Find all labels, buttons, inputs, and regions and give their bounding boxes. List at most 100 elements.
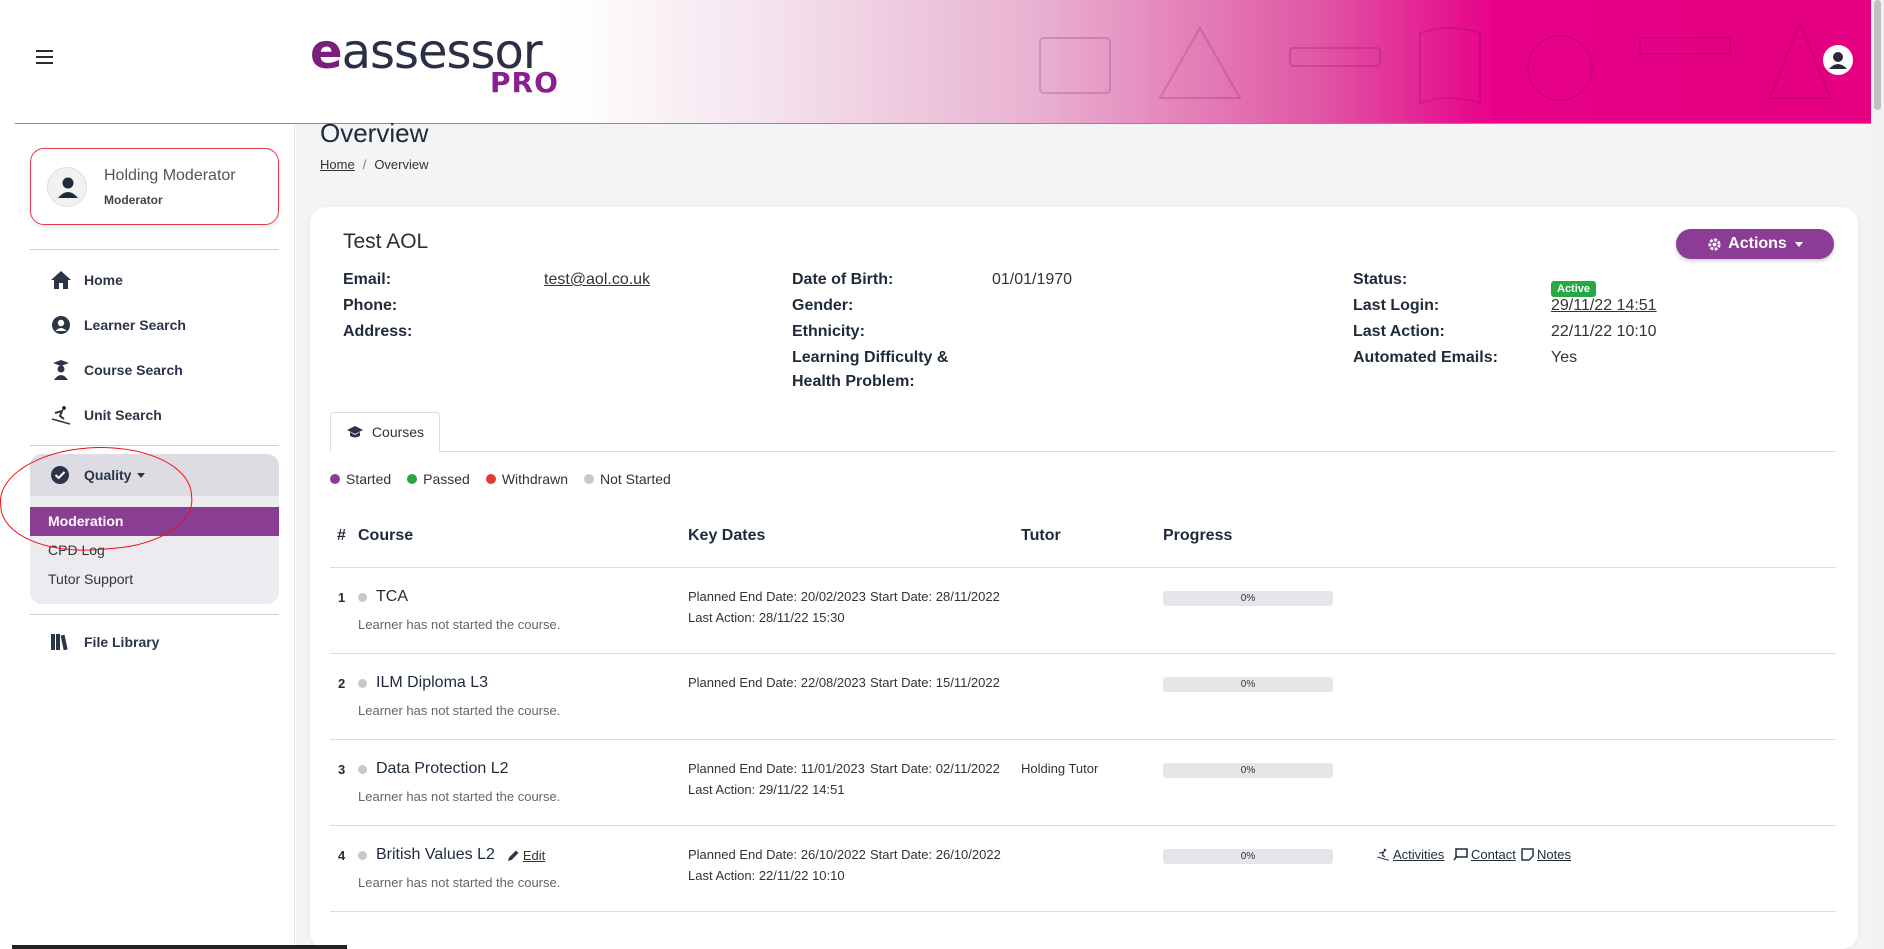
scrollbar-thumb[interactable] (1874, 0, 1881, 110)
table-divider (330, 739, 1836, 740)
user-icon (58, 177, 78, 198)
sidebar-divider (30, 614, 279, 615)
legend-label: Withdrawn (501, 471, 568, 487)
row-number: 1 (338, 590, 346, 605)
row-number: 3 (338, 762, 346, 777)
home-icon (50, 269, 72, 291)
email-label: Email: (343, 271, 392, 288)
column-header-key-dates: Key Dates (688, 527, 766, 544)
status-dot (358, 764, 367, 774)
sidebar-item-label: Course Search (84, 362, 183, 378)
menu-toggle-icon[interactable] (36, 50, 53, 64)
gender-label: Gender: (792, 297, 854, 314)
legend-started: Started (330, 471, 391, 487)
gear-icon (1707, 237, 1722, 252)
last-action-date: Last Action: 22/11/22 10:10 (688, 868, 845, 883)
sidebar-item-label: Unit Search (84, 407, 162, 423)
course-status-text: Learner has not started the course. (358, 789, 561, 804)
contact-link[interactable]: Contact (1453, 847, 1516, 862)
profile-card[interactable]: Holding Moderator Moderator (30, 148, 279, 225)
breadcrumb-home-link[interactable]: Home (320, 157, 355, 172)
graduation-cap-icon (346, 425, 364, 439)
course-name-text: British Values L2 (376, 846, 495, 863)
chevron-down-icon (137, 472, 146, 478)
tab-label: Courses (371, 424, 425, 440)
legend-dot (485, 474, 496, 484)
legend-dot (583, 474, 594, 484)
sidebar: Holding Moderator Moderator Home Learner… (0, 124, 295, 949)
table-divider (330, 825, 1836, 826)
sidebar-item-learner-search[interactable]: Learner Search (50, 313, 186, 337)
profile-name: Holding Moderator (104, 167, 236, 184)
start-date: Start Date: 15/11/2022 (870, 675, 1000, 690)
last-login-link[interactable]: 29/11/22 14:51 (1551, 294, 1657, 318)
contact-icon (1453, 848, 1468, 861)
course-name[interactable]: Data Protection L2 (358, 760, 509, 778)
legend-label: Passed (423, 471, 470, 487)
auto-emails-value: Yes (1551, 349, 1578, 366)
graduate-icon (50, 359, 72, 381)
skier-icon (50, 404, 72, 426)
ldhp-label-line2: Health Problem: (792, 373, 915, 390)
sidebar-item-unit-search[interactable]: Unit Search (50, 403, 162, 427)
actions-label: Actions (1728, 235, 1787, 252)
sidebar-item-moderation[interactable]: Moderation (30, 507, 279, 536)
status-dot (358, 678, 367, 688)
bottom-bar (12, 945, 347, 949)
legend-label: Not Started (599, 471, 671, 487)
ethnicity-label: Ethnicity: (792, 323, 865, 340)
actions-button[interactable]: Actions (1676, 229, 1834, 259)
eassessor-pro-logo: eeassessorassessor PRO (310, 24, 570, 99)
learner-card: Test AOL Actions Email: test@aol.co.uk P… (310, 207, 1858, 949)
progress-bar: 0% (1163, 591, 1333, 606)
legend-label: Started (346, 471, 392, 487)
sidebar-item-course-search[interactable]: Course Search (50, 358, 183, 382)
chevron-down-icon (1794, 241, 1803, 247)
table-divider (330, 567, 1836, 568)
planned-end-date: Planned End Date: 26/10/2022 (688, 847, 866, 862)
learner-name: Test AOL (343, 230, 429, 253)
last-action-date: Last Action: 29/11/22 14:51 (688, 782, 845, 797)
activities-label: Activities (1393, 847, 1445, 862)
email-link[interactable]: test@aol.co.uk (544, 268, 650, 292)
main-content: Overview Home / Overview Test AOL Actions … (296, 118, 1871, 949)
progress-bar: 0% (1163, 849, 1333, 864)
course-name[interactable]: ILM Diploma L3 (358, 674, 488, 692)
breadcrumb-current: Overview (374, 157, 429, 172)
sidebar-item-tutor-support[interactable]: Tutor Support (48, 571, 133, 587)
activities-link[interactable]: Activities (1376, 847, 1444, 862)
legend-dot (330, 474, 340, 484)
breadcrumb-separator: / (362, 157, 367, 172)
column-header-course: Course (358, 527, 414, 544)
progress-bar: 0% (1163, 677, 1333, 692)
dob-value: 01/01/1970 (992, 271, 1073, 288)
auto-emails-label: Automated Emails: (1353, 349, 1498, 366)
quality-label: Quality (84, 467, 132, 483)
notes-link[interactable]: Notes (1521, 847, 1571, 862)
contact-label: Contact (1471, 847, 1516, 862)
course-status-text: Learner has not started the course. (358, 703, 561, 718)
last-login-label: Last Login: (1353, 297, 1440, 314)
column-header-num: # (337, 527, 346, 544)
check-circle-icon (50, 465, 70, 485)
top-header: eeassessorassessor PRO (0, 0, 1871, 124)
start-date: Start Date: 26/10/2022 (870, 847, 1001, 862)
quality-toggle[interactable]: Quality (30, 454, 279, 496)
account-icon[interactable] (1823, 45, 1853, 75)
course-name[interactable]: British Values L2 Edit (358, 846, 545, 864)
last-action-label: Last Action: (1353, 323, 1445, 340)
edit-label: Edit (522, 847, 546, 863)
edit-course-link[interactable]: Edit (507, 848, 545, 863)
sidebar-item-label: File Library (84, 634, 160, 650)
scrollbar-track[interactable] (1871, 0, 1884, 949)
sidebar-item-cpd-log[interactable]: CPD Log (48, 542, 105, 558)
status-label: Status: (1353, 271, 1408, 288)
start-date: Start Date: 28/11/2022 (870, 589, 1000, 604)
planned-end-date: Planned End Date: 22/08/2023 (688, 675, 866, 690)
course-name[interactable]: TCA (358, 588, 408, 606)
sidebar-item-file-library[interactable]: File Library (50, 630, 159, 654)
sidebar-item-home[interactable]: Home (50, 268, 123, 292)
course-name-text: Data Protection L2 (376, 760, 509, 777)
avatar (47, 167, 87, 207)
tab-courses[interactable]: Courses (330, 412, 440, 452)
